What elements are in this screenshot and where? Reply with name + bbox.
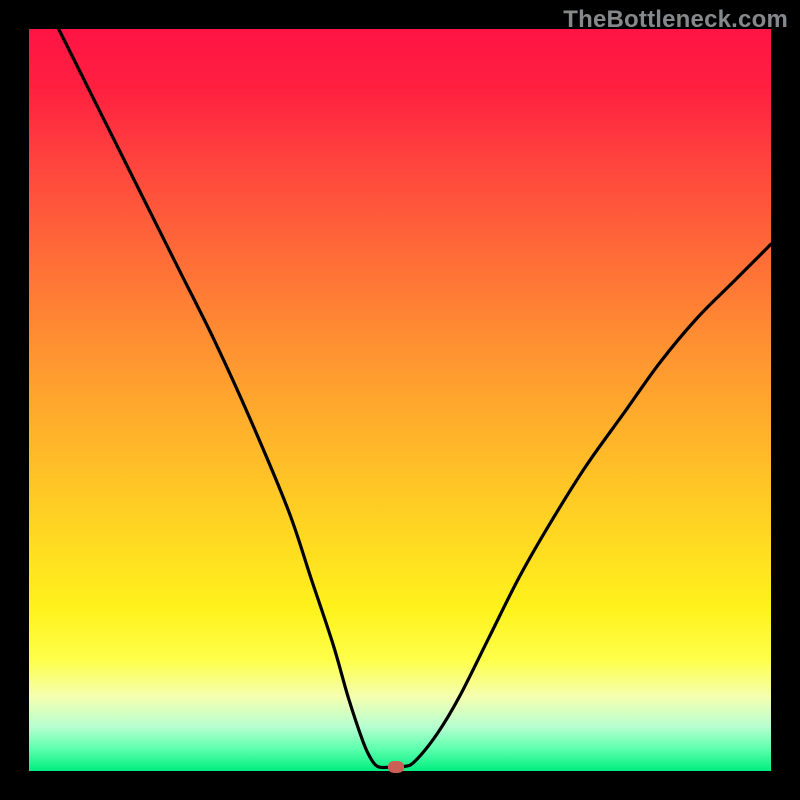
chart-frame: TheBottleneck.com [0,0,800,800]
bottleneck-curve [29,29,771,771]
plot-area [29,29,771,771]
minimum-marker [388,761,404,773]
watermark-text: TheBottleneck.com [563,6,788,34]
